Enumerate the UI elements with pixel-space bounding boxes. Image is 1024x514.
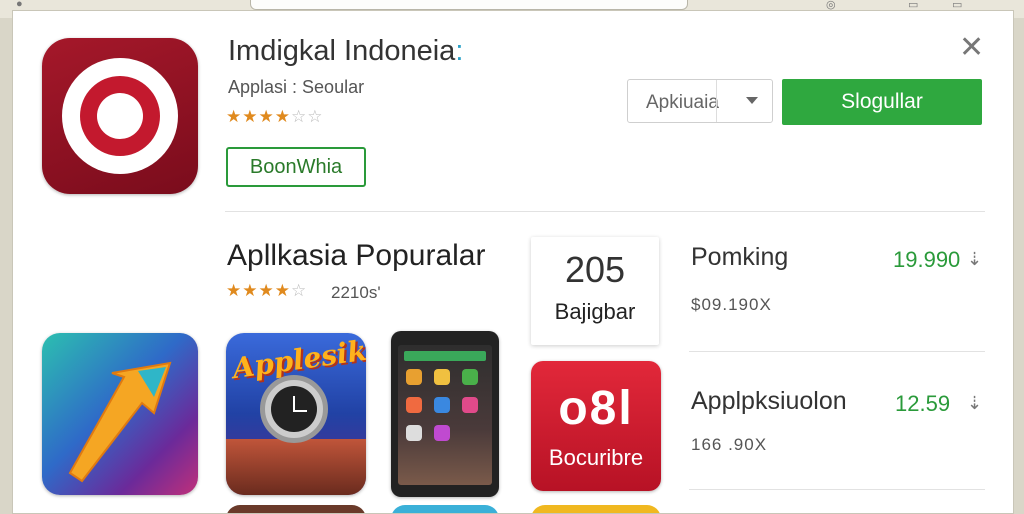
store-dialog: Imdigkal Indoneia: Applasi : Seoular ★★★…	[12, 10, 1014, 514]
list-divider	[689, 489, 985, 490]
list-item-name[interactable]: Applpksiuolon	[691, 387, 847, 416]
app-thumbnail-arrow[interactable]	[42, 333, 198, 495]
star-icon: ★★★★	[226, 107, 291, 126]
app-thumbnail-phone[interactable]	[391, 331, 499, 497]
app-thumbnail-red[interactable]: o8l Bocuribre	[531, 361, 661, 491]
list-item-meta: 166 .90X	[691, 435, 768, 454]
list-divider	[689, 351, 985, 352]
app-rating: ★★★★☆☆	[226, 107, 323, 127]
select-value: Apkiuaia	[646, 92, 719, 113]
app-subtitle: Applasi : Seoular	[228, 77, 365, 97]
app-thumbnail-peek[interactable]	[226, 505, 366, 513]
app-thumbnail-peek[interactable]	[531, 505, 661, 513]
thumbnail-logo-text: o8l	[558, 382, 634, 435]
target-icon	[62, 58, 178, 174]
divider	[225, 211, 985, 212]
download-icon[interactable]: ⇣	[967, 249, 982, 270]
list-item-name[interactable]: Pomking	[691, 243, 788, 272]
list-item-meta: $09.190X	[691, 295, 772, 314]
app-icon[interactable]	[42, 38, 198, 194]
list-item-price: 19.990	[893, 247, 961, 272]
category-select[interactable]: Apkiuaia	[627, 79, 773, 123]
thumbnail-label: Bocuribre	[548, 445, 644, 470]
section-title: Apllkasia Popuralar	[227, 239, 486, 272]
close-icon[interactable]: ✕	[959, 33, 984, 63]
download-icon[interactable]: ⇣	[967, 393, 982, 414]
phone-screen	[398, 345, 492, 485]
rank-label: Bajigbar	[554, 299, 636, 324]
section-rating: ★★★★☆	[226, 281, 307, 301]
rank-card[interactable]: 205 Bajigbar	[531, 237, 659, 345]
address-bar[interactable]	[250, 0, 688, 10]
arrow-icon	[68, 361, 172, 483]
app-title: Imdigkal Indoneia:	[228, 35, 464, 67]
star-empty-icon: ☆☆	[290, 107, 324, 126]
back-icon[interactable]: ●	[16, 0, 23, 10]
rating-count: 2210s'	[331, 283, 381, 302]
star-empty-icon: ☆	[290, 281, 308, 300]
app-thumbnail-watch[interactable]: Applesik	[226, 333, 366, 495]
watch-icon	[260, 375, 328, 443]
secondary-action-button[interactable]: BoonWhia	[226, 147, 366, 187]
star-icon: ★★★★	[226, 281, 291, 300]
list-item-price: 12.59	[895, 391, 951, 416]
rank-number: 205	[564, 249, 626, 290]
app-thumbnail-peek[interactable]	[391, 505, 499, 513]
install-button[interactable]: Slogullar	[782, 79, 982, 125]
chevron-down-icon	[746, 97, 758, 104]
